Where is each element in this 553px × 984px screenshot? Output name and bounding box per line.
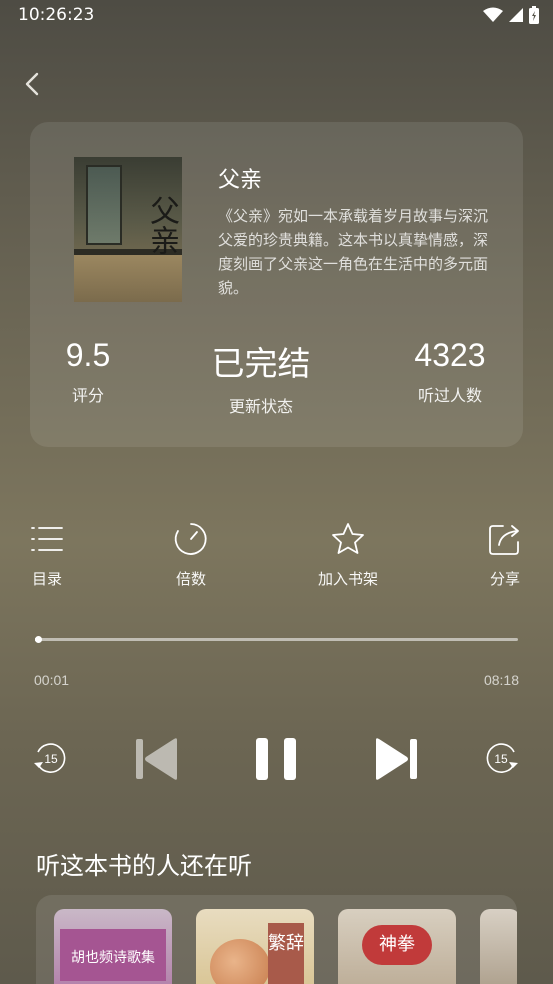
- catalog-button[interactable]: 目录: [2, 520, 92, 589]
- cover-floor-art: [74, 255, 182, 302]
- pause-button[interactable]: [254, 736, 300, 782]
- stat-listeners: 4323 听过人数: [400, 337, 500, 406]
- recommendation-card[interactable]: 胡也频诗歌集: [54, 909, 172, 984]
- current-time: 00:01: [34, 672, 70, 688]
- speed-icon: [174, 523, 207, 555]
- add-to-shelf-label: 加入书架: [317, 570, 378, 588]
- chevron-left-icon: [25, 72, 39, 96]
- wifi-icon: [483, 7, 503, 22]
- list-icon: [31, 527, 63, 551]
- forward-seconds: 15: [494, 752, 508, 766]
- rewind-seconds: 15: [44, 752, 58, 766]
- recommendations-title: 听这本书的人还在听: [36, 852, 252, 880]
- book-title: 父亲: [218, 168, 263, 193]
- progress-knob[interactable]: [35, 636, 42, 643]
- recommendation-title: 繁辞: [268, 923, 304, 984]
- skip-next-icon: [376, 738, 417, 780]
- skip-previous-icon: [136, 738, 177, 780]
- stat-status-label: 更新状态: [228, 397, 293, 416]
- recommendation-title: 胡也频诗歌集: [71, 950, 155, 966]
- signal-icon: [509, 8, 523, 22]
- catalog-label: 目录: [31, 570, 62, 588]
- stat-status: 已完结 更新状态: [201, 337, 321, 417]
- book-cover[interactable]: 父亲: [74, 157, 182, 302]
- back-button[interactable]: [20, 70, 44, 98]
- rec2-cover-fruit-art: [210, 939, 270, 984]
- cover-title: 父亲: [144, 195, 179, 255]
- share-button[interactable]: 分享: [460, 520, 550, 589]
- stat-listeners-value: 4323: [414, 337, 486, 373]
- fast-forward-icon: 15: [486, 743, 518, 773]
- recommendations-list: 胡也频诗歌集 繁辞 神拳: [36, 895, 517, 984]
- recommendation-card[interactable]: 繁辞: [196, 909, 314, 984]
- previous-button[interactable]: [134, 736, 180, 782]
- status-icons: [483, 6, 539, 24]
- recommendation-card[interactable]: 神拳: [338, 909, 456, 984]
- next-button[interactable]: [373, 736, 419, 782]
- book-info-card: 父亲 父亲 《父亲》宛如一本承载着岁月故事与深沉父爱的珍贵典籍。这本书以真挚情感…: [30, 122, 523, 447]
- share-icon: [489, 525, 519, 555]
- rewind-15-button[interactable]: 15: [30, 738, 70, 778]
- status-time: 10:26:23: [18, 5, 95, 25]
- forward-15-button[interactable]: 15: [482, 738, 522, 778]
- book-description: 《父亲》宛如一本承载着岁月故事与深沉父爱的珍贵典籍。这本书以真挚情感，深度刻画了…: [218, 207, 489, 297]
- star-icon: [332, 523, 364, 554]
- stat-rating-label: 评分: [71, 386, 104, 405]
- progress-slider[interactable]: [35, 636, 518, 643]
- stat-rating-value: 9.5: [65, 337, 111, 373]
- stat-status-value: 已完结: [211, 344, 311, 383]
- total-time: 08:18: [483, 672, 519, 688]
- battery-icon: [529, 6, 539, 24]
- recommendation-card[interactable]: [480, 909, 517, 984]
- rewind-icon: 15: [34, 743, 66, 773]
- stat-listeners-label: 听过人数: [417, 386, 482, 405]
- status-bar: 10:26:23: [0, 0, 553, 30]
- recommendation-title: 神拳: [362, 925, 432, 965]
- speed-label: 倍数: [175, 570, 206, 588]
- add-to-shelf-button[interactable]: 加入书架: [303, 520, 393, 589]
- share-label: 分享: [489, 570, 520, 588]
- action-row: 目录 倍数 加入书架 分享: [0, 520, 553, 590]
- pause-icon: [256, 738, 296, 780]
- speed-button[interactable]: 倍数: [146, 520, 236, 589]
- cover-window-art: [86, 165, 122, 245]
- stat-rating: 9.5 评分: [48, 337, 128, 406]
